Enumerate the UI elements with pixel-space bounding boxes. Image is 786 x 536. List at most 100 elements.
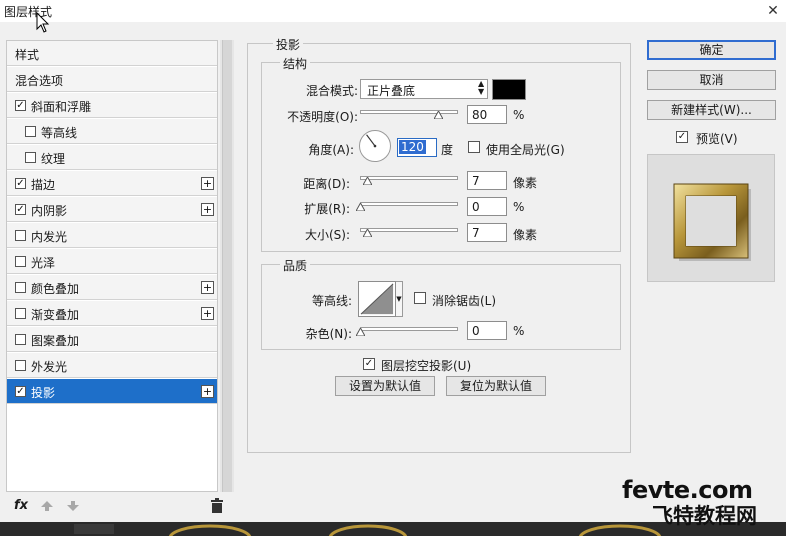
blend-mode-label: 混合模式: [305, 84, 358, 98]
style-checkbox[interactable]: ✓ [15, 178, 26, 189]
delete-trash-icon[interactable] [210, 498, 224, 513]
move-down-arrow-icon[interactable] [66, 500, 80, 512]
spread-field[interactable]: 0 [467, 197, 507, 216]
noise-slider[interactable] [360, 327, 458, 331]
style-list-item[interactable]: 样式 [7, 41, 217, 66]
distance-label: 距离(D): [303, 177, 350, 191]
noise-slider-thumb[interactable] [356, 328, 365, 336]
style-checkbox[interactable]: ✓ [15, 100, 26, 111]
knockout-label: 图层挖空投影(U) [381, 359, 472, 373]
close-button[interactable]: ✕ [760, 0, 786, 22]
add-effect-plus-icon[interactable]: + [201, 281, 214, 294]
style-list-item[interactable]: ✓ 描边 + [7, 171, 217, 196]
style-list-item[interactable]: 渐变叠加 + [7, 301, 217, 326]
style-list-item[interactable]: 等高线 [7, 119, 217, 144]
style-item-label: 外发光 [31, 360, 68, 374]
noise-field[interactable]: 0 [467, 321, 507, 340]
title-bar [0, 0, 786, 22]
style-checkbox[interactable] [15, 308, 26, 319]
style-list-item[interactable]: 光泽 [7, 249, 217, 274]
preview-checkbox[interactable]: ✓ [676, 131, 688, 143]
blend-mode-select[interactable]: 正片叠底 [360, 79, 488, 99]
style-checkbox[interactable]: ✓ [15, 386, 26, 397]
style-checkbox[interactable] [15, 360, 26, 371]
global-light-label: 使用全局光(G) [486, 143, 565, 157]
new-style-button[interactable]: 新建样式(W)... [647, 100, 776, 120]
add-effect-plus-icon[interactable]: + [201, 385, 214, 398]
style-list-item[interactable]: 内发光 [7, 223, 217, 248]
style-checkbox[interactable] [15, 282, 26, 293]
style-item-label: 渐变叠加 [31, 308, 80, 322]
style-checkbox[interactable] [25, 126, 36, 137]
antialias-label: 消除锯齿(L) [432, 294, 497, 308]
style-checkbox[interactable] [15, 256, 26, 267]
ok-button[interactable]: 确定 [647, 40, 776, 60]
contour-dropdown-icon[interactable]: ▼ [396, 281, 403, 317]
style-item-label: 图案叠加 [31, 334, 80, 348]
style-list-item[interactable]: 混合选项 [7, 67, 217, 92]
watermark-site-name: 飞特教程网 [652, 504, 757, 528]
style-list-item[interactable]: ✓ 投影 + [7, 379, 217, 404]
style-checkbox[interactable] [25, 152, 36, 163]
style-checkbox[interactable] [15, 230, 26, 241]
fx-menu-button[interactable]: fx [14, 498, 28, 513]
size-field[interactable]: 7 [467, 223, 507, 242]
move-up-arrow-icon[interactable] [40, 500, 54, 512]
style-list-item[interactable]: 纹理 [7, 145, 217, 170]
add-effect-plus-icon[interactable]: + [201, 203, 214, 216]
cancel-button[interactable]: 取消 [647, 70, 776, 90]
size-slider[interactable] [360, 228, 458, 232]
global-light-checkbox[interactable] [468, 141, 480, 153]
style-item-label: 混合选项 [15, 74, 64, 88]
opacity-label: 不透明度(O): [287, 110, 358, 124]
style-checkbox[interactable] [15, 334, 26, 345]
style-list-item[interactable]: ✓ 斜面和浮雕 [7, 93, 217, 118]
size-unit: 像素 [513, 228, 538, 242]
distance-field[interactable]: 7 [467, 171, 507, 190]
reset-default-button[interactable]: 复位为默认值 [446, 376, 546, 396]
noise-label: 杂色(N): [305, 327, 352, 341]
degree-unit: 度 [441, 143, 454, 157]
quality-title: 品质 [280, 257, 311, 274]
style-item-label: 光泽 [31, 256, 56, 270]
section-title: 投影 [273, 36, 304, 53]
shadow-color-swatch[interactable] [492, 79, 526, 100]
select-updown-icon: ▲ ▼ [478, 79, 485, 96]
style-item-label: 纹理 [41, 152, 66, 166]
scrollbar-thumb[interactable] [222, 40, 232, 492]
size-slider-thumb[interactable] [363, 229, 372, 237]
make-default-button[interactable]: 设置为默认值 [335, 376, 435, 396]
antialias-checkbox[interactable] [414, 292, 426, 304]
angle-label: 角度(A): [308, 143, 354, 157]
opacity-field[interactable]: 80 [467, 105, 507, 124]
style-list-item[interactable]: ✓ 内阴影 + [7, 197, 217, 222]
style-item-label: 内阴影 [31, 204, 68, 218]
spread-slider-thumb[interactable] [356, 203, 365, 211]
style-item-label: 内发光 [31, 230, 68, 244]
add-effect-plus-icon[interactable]: + [201, 177, 214, 190]
angle-value[interactable]: 120 [399, 140, 426, 154]
style-checkbox[interactable]: ✓ [15, 204, 26, 215]
style-item-label: 颜色叠加 [31, 282, 80, 296]
knockout-checkbox[interactable]: ✓ [363, 358, 375, 370]
spread-percent-unit: % [513, 200, 525, 214]
percent-unit: % [513, 108, 525, 122]
structure-title: 结构 [280, 55, 311, 72]
distance-unit: 像素 [513, 176, 538, 190]
distance-slider[interactable] [360, 176, 458, 180]
style-item-label: 等高线 [41, 126, 78, 140]
style-item-label: 投影 [31, 386, 56, 400]
style-list-item[interactable]: 图案叠加 [7, 327, 217, 352]
noise-percent-unit: % [513, 324, 525, 338]
gold-frame-preview-image [673, 183, 751, 261]
spread-slider[interactable] [360, 202, 458, 206]
add-effect-plus-icon[interactable]: + [201, 307, 214, 320]
distance-slider-thumb[interactable] [363, 177, 372, 185]
preview-label: 预览(V) [696, 132, 738, 146]
contour-preview[interactable] [358, 281, 396, 317]
angle-dial[interactable] [359, 130, 391, 162]
style-item-label: 描边 [31, 178, 56, 192]
opacity-slider-thumb[interactable] [434, 111, 444, 119]
style-list-item[interactable]: 颜色叠加 + [7, 275, 217, 300]
style-list-item[interactable]: 外发光 [7, 353, 217, 378]
